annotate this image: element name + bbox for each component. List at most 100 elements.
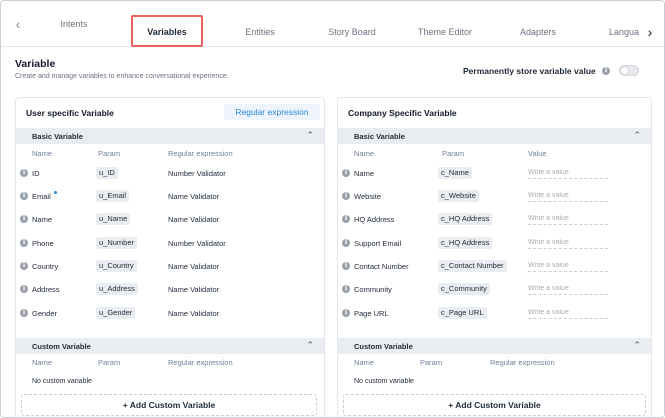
empty-state-text: No custom variable	[32, 378, 92, 385]
value-input[interactable]	[528, 307, 608, 319]
page-subtitle: Create and manage variables to enhance c…	[15, 73, 229, 80]
regex-value: Name Validator	[168, 285, 220, 294]
column-header-param: Param	[420, 358, 443, 367]
info-icon[interactable]: i	[20, 215, 28, 223]
add-custom-variable-button[interactable]: + Add Custom Variable	[21, 394, 317, 416]
add-custom-variable-button[interactable]: + Add Custom Variable	[343, 394, 646, 416]
column-header-value: Value	[528, 149, 547, 158]
tab-intents[interactable]: Intents	[59, 17, 89, 31]
tab-entities[interactable]: Entities	[241, 25, 279, 39]
column-header-regex: Regular expression	[168, 358, 233, 367]
column-header-name: Name	[32, 358, 53, 367]
variable-name: Name	[32, 215, 53, 224]
info-icon[interactable]: i	[20, 285, 28, 293]
permanent-store-toggle[interactable]	[619, 65, 639, 76]
info-icon[interactable]: i	[342, 215, 350, 223]
param-chip: u_Country	[96, 260, 137, 272]
custom-variable-section-header[interactable]: Custom Variable ⌃	[338, 338, 651, 354]
info-icon[interactable]: i	[20, 309, 28, 317]
info-icon[interactable]: i	[20, 169, 28, 177]
column-header-regex: Regular expression	[168, 149, 233, 158]
variable-name: Name	[354, 169, 375, 178]
tab-story-board[interactable]: Story Board	[323, 25, 381, 39]
variable-name: Gender	[32, 309, 58, 318]
regular-expression-button[interactable]: Regular expression	[224, 104, 320, 120]
chevron-up-icon[interactable]: ⌃	[633, 340, 641, 351]
regex-value: Name Validator	[168, 215, 220, 224]
info-icon[interactable]: i	[342, 239, 350, 247]
tab-adapters[interactable]: Adapters	[516, 25, 560, 39]
basic-variable-section-header[interactable]: Basic Variable ⌃	[338, 128, 651, 144]
param-chip: c_Contact Number	[438, 260, 507, 272]
variable-name: Contact Number	[354, 262, 409, 271]
tab-theme-editor[interactable]: Theme Editor	[415, 25, 475, 39]
card-title: Company Specific Variable	[348, 108, 457, 118]
param-chip: u_Gender	[96, 307, 136, 319]
param-chip: c_HQ Address	[438, 213, 493, 225]
value-input[interactable]	[528, 283, 608, 295]
value-input[interactable]	[528, 190, 608, 202]
value-input[interactable]	[528, 213, 608, 225]
column-header-regex: Regular expression	[490, 358, 555, 367]
value-input[interactable]	[528, 260, 608, 272]
regex-value: Number Validator	[168, 239, 226, 248]
empty-state-text: No custom variable	[354, 378, 414, 385]
info-icon[interactable]: i	[20, 192, 28, 200]
variable-name: ID	[32, 169, 40, 178]
info-icon[interactable]: i	[342, 309, 350, 317]
tab-variables[interactable]: Variables	[141, 25, 193, 55]
info-icon[interactable]: i	[342, 285, 350, 293]
section-title: Basic Variable	[354, 132, 405, 141]
variable-name: Country	[32, 262, 59, 271]
variable-name: Website	[354, 192, 381, 201]
regex-value: Number Validator	[168, 169, 226, 178]
column-header-name: Name	[32, 149, 53, 158]
page-title: Variable	[15, 58, 56, 70]
column-header-param: Param	[98, 358, 121, 367]
variable-name: Phone	[32, 239, 54, 248]
column-header-name: Name	[354, 358, 375, 367]
tab-overflow-clip: Langua	[601, 25, 639, 39]
chevron-up-icon[interactable]: ⌃	[306, 340, 314, 351]
basic-variable-section-header[interactable]: Basic Variable ⌃	[16, 128, 324, 144]
chevron-right-icon[interactable]: ›	[643, 25, 657, 39]
user-specific-card: User specific Variable Regular expressio…	[15, 97, 325, 417]
param-chip: u_ID	[96, 167, 118, 179]
required-dot	[54, 191, 57, 194]
chevron-up-icon[interactable]: ⌃	[633, 130, 641, 141]
variable-name: HQ Address	[354, 215, 395, 224]
company-specific-card: Company Specific Variable Basic Variable…	[337, 97, 652, 417]
column-header-param: Param	[442, 149, 465, 158]
info-icon[interactable]: i	[602, 67, 610, 75]
value-input[interactable]	[528, 237, 608, 249]
custom-variable-section-header[interactable]: Custom Variable ⌃	[16, 338, 324, 354]
variable-name: Email	[32, 192, 51, 201]
tab-bar: ‹ Intents Variables Entities Story Board…	[1, 1, 664, 47]
column-header-param: Param	[98, 149, 121, 158]
permanent-store-label: Permanently store variable value	[463, 66, 596, 76]
chevron-left-icon[interactable]: ‹	[11, 17, 25, 31]
info-icon[interactable]: i	[20, 239, 28, 247]
app-frame: ‹ Intents Variables Entities Story Board…	[0, 0, 665, 418]
info-icon[interactable]: i	[342, 262, 350, 270]
tab-languages[interactable]: Langua	[609, 25, 639, 39]
variable-name: Page URL	[354, 309, 389, 318]
param-chip: c_HQ Address	[438, 237, 493, 249]
value-input[interactable]	[528, 167, 608, 179]
param-chip: c_Community	[438, 283, 490, 295]
param-chip: u_Address	[96, 283, 138, 295]
section-title: Custom Variable	[32, 342, 91, 351]
regex-value: Name Validator	[168, 192, 220, 201]
param-chip: u_Name	[96, 213, 131, 225]
chevron-up-icon[interactable]: ⌃	[306, 130, 314, 141]
param-chip: u_Email	[96, 190, 130, 202]
section-title: Basic Variable	[32, 132, 83, 141]
param-chip: u_Number	[96, 237, 138, 249]
regex-value: Name Validator	[168, 262, 220, 271]
info-icon[interactable]: i	[342, 169, 350, 177]
toggle-knob	[621, 67, 628, 74]
info-icon[interactable]: i	[342, 192, 350, 200]
variable-name: Support Email	[354, 239, 402, 248]
info-icon[interactable]: i	[20, 262, 28, 270]
variable-name: Address	[32, 285, 60, 294]
